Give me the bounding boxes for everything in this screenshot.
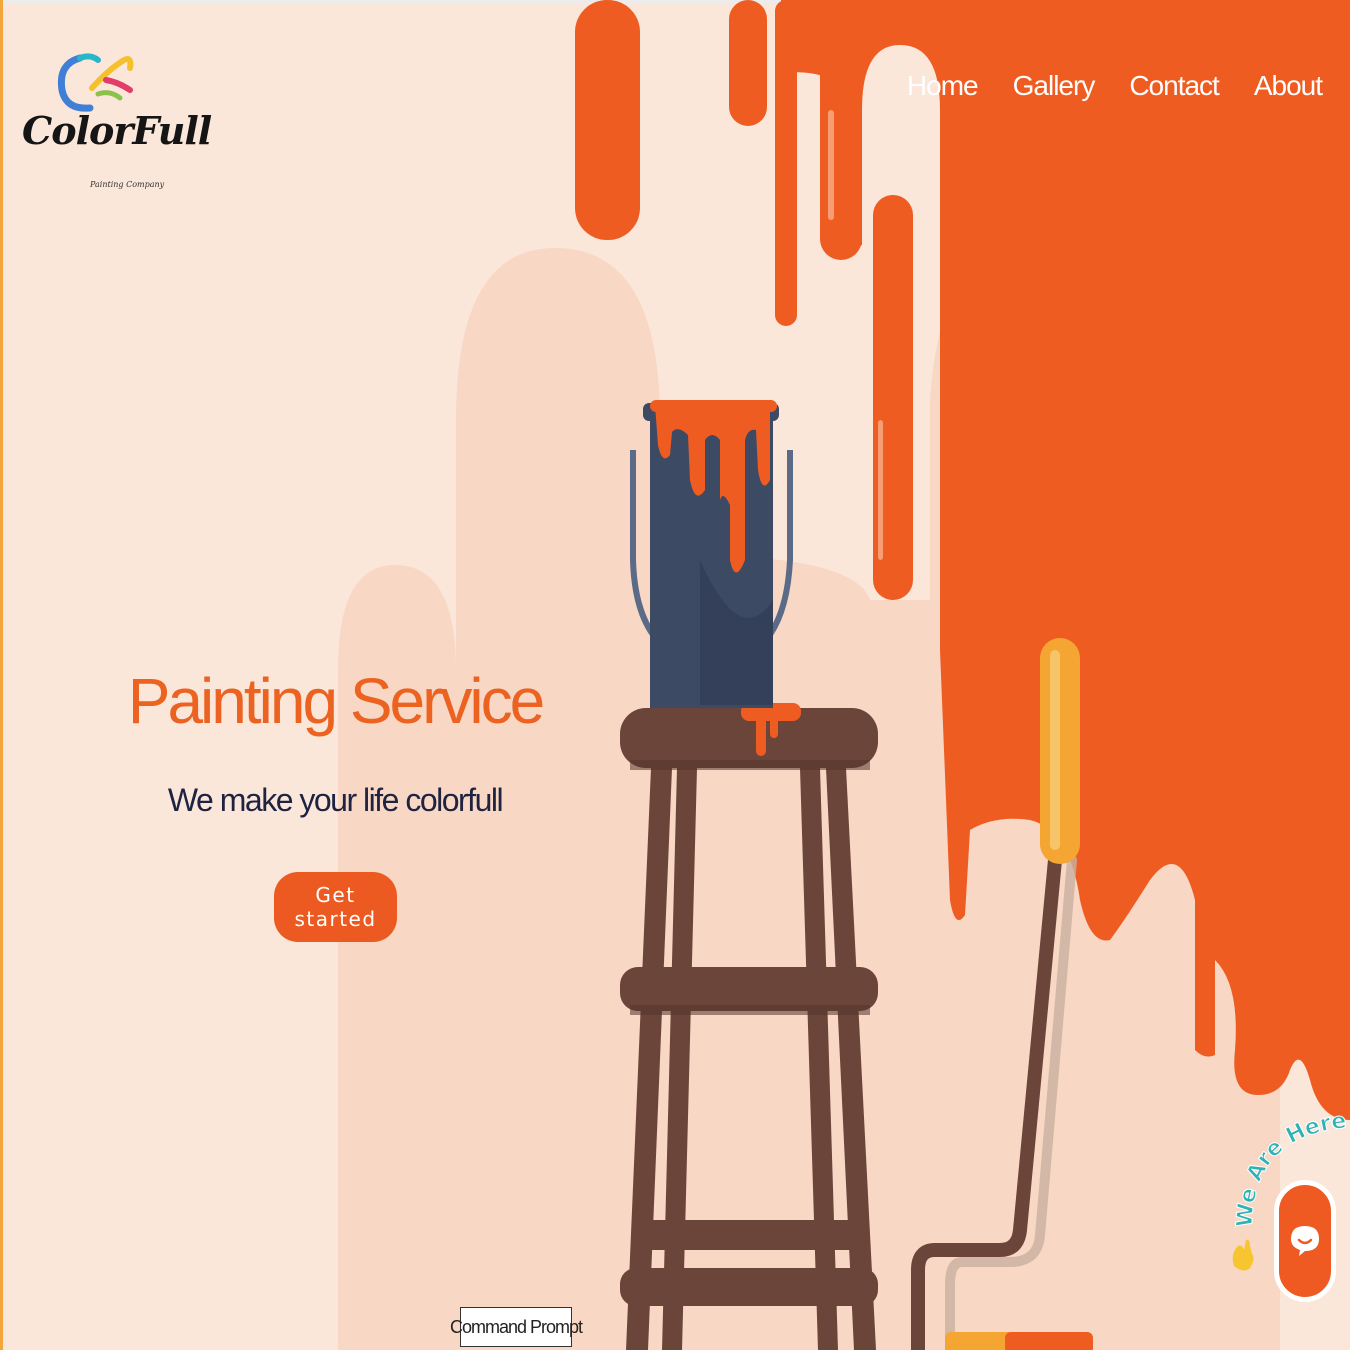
logo-tagline: Painting Company (90, 180, 165, 189)
hero-title: Painting Service (127, 665, 545, 737)
hero-subtitle: We make your life colorfull (167, 782, 504, 818)
chat-widget[interactable]: We Are Here! (1222, 1108, 1350, 1318)
brand-logo[interactable]: ColorFull Painting Company (20, 50, 212, 200)
nav-contact[interactable]: Contact (1129, 70, 1219, 102)
get-started-button[interactable]: Get started (274, 872, 397, 942)
waving-hand-icon (1232, 1239, 1254, 1271)
main-nav: Home Gallery Contact About (907, 70, 1323, 102)
command-prompt-tooltip: Command Prompt (450, 1307, 583, 1347)
logo-wordmark: ColorFull (22, 108, 212, 153)
chat-open-button[interactable] (1274, 1180, 1336, 1302)
nav-home[interactable]: Home (907, 70, 979, 102)
nav-gallery[interactable]: Gallery (1013, 70, 1096, 102)
nav-about[interactable]: About (1254, 70, 1323, 102)
chat-bubble-icon (1291, 1226, 1319, 1256)
paint-bucket (630, 400, 793, 708)
